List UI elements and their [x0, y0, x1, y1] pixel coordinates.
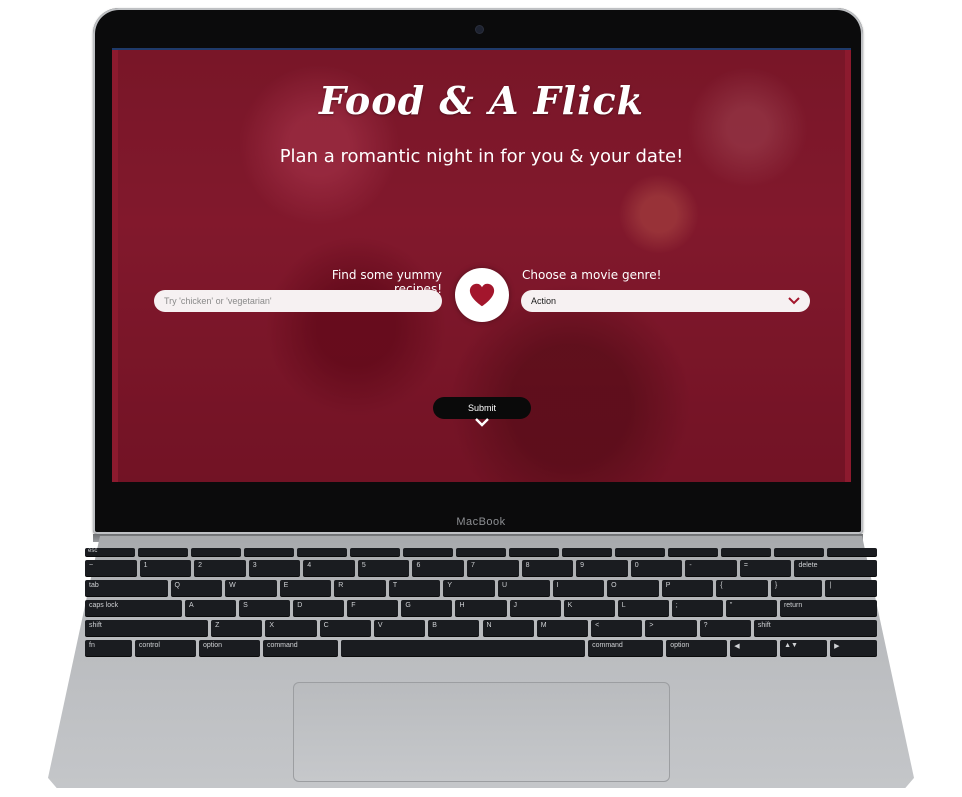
key-fn_row-14[interactable] — [827, 548, 877, 556]
key-row4-3[interactable]: C — [319, 620, 371, 636]
key-row3-8[interactable]: K — [563, 600, 615, 616]
heart-button[interactable] — [455, 268, 509, 322]
key-row5-9[interactable]: ▶ — [830, 640, 877, 656]
key-row1-11[interactable]: - — [685, 560, 737, 576]
key-row5-5[interactable]: command — [588, 640, 664, 656]
key-row3-9[interactable]: L — [617, 600, 669, 616]
key-row1-7[interactable]: 7 — [467, 560, 519, 576]
key-row1-9[interactable]: 9 — [576, 560, 628, 576]
key-row2-4[interactable]: R — [334, 580, 386, 596]
key-row4-4[interactable]: V — [373, 620, 426, 636]
key-row2-11[interactable]: { — [716, 580, 768, 596]
key-row3-12[interactable]: return — [779, 600, 877, 616]
key-row3-6[interactable]: H — [455, 600, 507, 616]
movie-genre-label: Choose a movie genre! — [522, 268, 662, 282]
key-row2-7[interactable]: U — [497, 580, 550, 596]
key-row1-3[interactable]: 3 — [248, 560, 301, 576]
app-screen: Food & A Flick Plan a romantic night in … — [112, 48, 851, 482]
scroll-down-icon[interactable] — [475, 418, 489, 427]
key-row1-5[interactable]: 5 — [357, 560, 410, 576]
key-fn_row-3[interactable] — [244, 548, 294, 556]
key-row1-4[interactable]: 4 — [303, 560, 355, 576]
key-row5-6[interactable]: option — [666, 640, 728, 656]
laptop-brand: MacBook — [456, 516, 506, 528]
key-fn_row-6[interactable] — [403, 548, 453, 556]
key-row5-0[interactable]: fn — [85, 640, 132, 656]
key-fn_row-5[interactable] — [350, 548, 400, 556]
key-row3-0[interactable]: caps lock — [85, 600, 183, 616]
camera-icon — [476, 26, 483, 33]
key-row2-5[interactable]: T — [388, 580, 441, 596]
key-fn_row-2[interactable] — [191, 548, 241, 556]
key-fn_row-8[interactable] — [509, 548, 559, 556]
key-fn_row-1[interactable] — [138, 548, 188, 556]
app-title: Food & A Flick — [319, 78, 644, 123]
key-fn_row-7[interactable] — [456, 548, 506, 556]
key-row5-4[interactable] — [341, 640, 586, 656]
key-row3-11[interactable]: " — [725, 600, 777, 616]
heart-icon — [469, 283, 495, 307]
key-row2-10[interactable]: P — [661, 580, 714, 596]
key-row1-10[interactable]: 0 — [630, 560, 683, 576]
key-row3-5[interactable]: G — [401, 600, 453, 616]
key-row3-10[interactable]: ; — [671, 600, 723, 616]
key-row1-2[interactable]: 2 — [194, 560, 246, 576]
key-fn_row-0[interactable]: esc — [85, 548, 135, 556]
key-row5-7[interactable]: ◀ — [730, 640, 778, 656]
key-row2-8[interactable]: I — [552, 580, 605, 596]
keyboard: esc ~1 2 3 4 5 6 7 8 9 0- = delete tab Q W E R T Y U I O P{} | ca… — [85, 548, 877, 680]
app-subtitle: Plan a romantic night in for you & your … — [279, 146, 684, 167]
key-row2-2[interactable]: W — [225, 580, 277, 596]
key-row4-2[interactable]: X — [265, 620, 317, 636]
key-row5-3[interactable]: command — [262, 640, 339, 656]
movie-genre-select[interactable]: Action — [521, 290, 810, 312]
trackpad[interactable] — [293, 682, 670, 782]
key-row3-1[interactable]: A — [185, 600, 237, 616]
chevron-down-icon — [788, 297, 800, 305]
key-row4-0[interactable]: shift — [85, 620, 209, 636]
key-row1-8[interactable]: 8 — [521, 560, 574, 576]
key-fn_row-12[interactable] — [721, 548, 771, 556]
key-row3-3[interactable]: D — [293, 600, 345, 616]
key-row1-6[interactable]: 6 — [412, 560, 464, 576]
key-row1-1[interactable]: 1 — [139, 560, 192, 576]
key-row1-12[interactable]: = — [739, 560, 792, 576]
recipe-search-input[interactable] — [154, 290, 442, 312]
key-fn_row-9[interactable] — [562, 548, 612, 556]
key-fn_row-10[interactable] — [615, 548, 665, 556]
key-row3-4[interactable]: F — [347, 600, 399, 616]
key-row4-8[interactable]: < — [591, 620, 643, 636]
key-row2-13[interactable]: | — [825, 580, 877, 596]
key-row2-9[interactable]: O — [607, 580, 659, 596]
key-row4-5[interactable]: B — [428, 620, 480, 636]
movie-genre-value: Action — [531, 296, 557, 306]
key-row2-3[interactable]: E — [279, 580, 332, 596]
key-row4-11[interactable]: shift — [753, 620, 877, 636]
key-row4-1[interactable]: Z — [211, 620, 263, 636]
key-row5-2[interactable]: option — [198, 640, 260, 656]
key-fn_row-11[interactable] — [668, 548, 718, 556]
key-fn_row-4[interactable] — [297, 548, 347, 556]
submit-button[interactable]: Submit — [433, 397, 531, 419]
key-row4-6[interactable]: N — [482, 620, 534, 636]
key-row4-7[interactable]: M — [536, 620, 589, 636]
key-row1-13[interactable]: delete — [794, 560, 877, 576]
key-row2-12[interactable]: } — [770, 580, 823, 596]
key-row4-9[interactable]: > — [645, 620, 697, 636]
key-row4-10[interactable]: ? — [699, 620, 751, 636]
key-row2-6[interactable]: Y — [443, 580, 495, 596]
key-row2-1[interactable]: Q — [170, 580, 223, 596]
key-row3-2[interactable]: S — [239, 600, 291, 616]
key-row2-0[interactable]: tab — [85, 580, 168, 596]
key-row5-8[interactable]: ▲▼ — [780, 640, 828, 656]
key-fn_row-13[interactable] — [774, 548, 824, 556]
key-row5-1[interactable]: control — [134, 640, 196, 656]
key-row1-0[interactable]: ~ — [85, 560, 137, 576]
key-row3-7[interactable]: J — [509, 600, 561, 616]
